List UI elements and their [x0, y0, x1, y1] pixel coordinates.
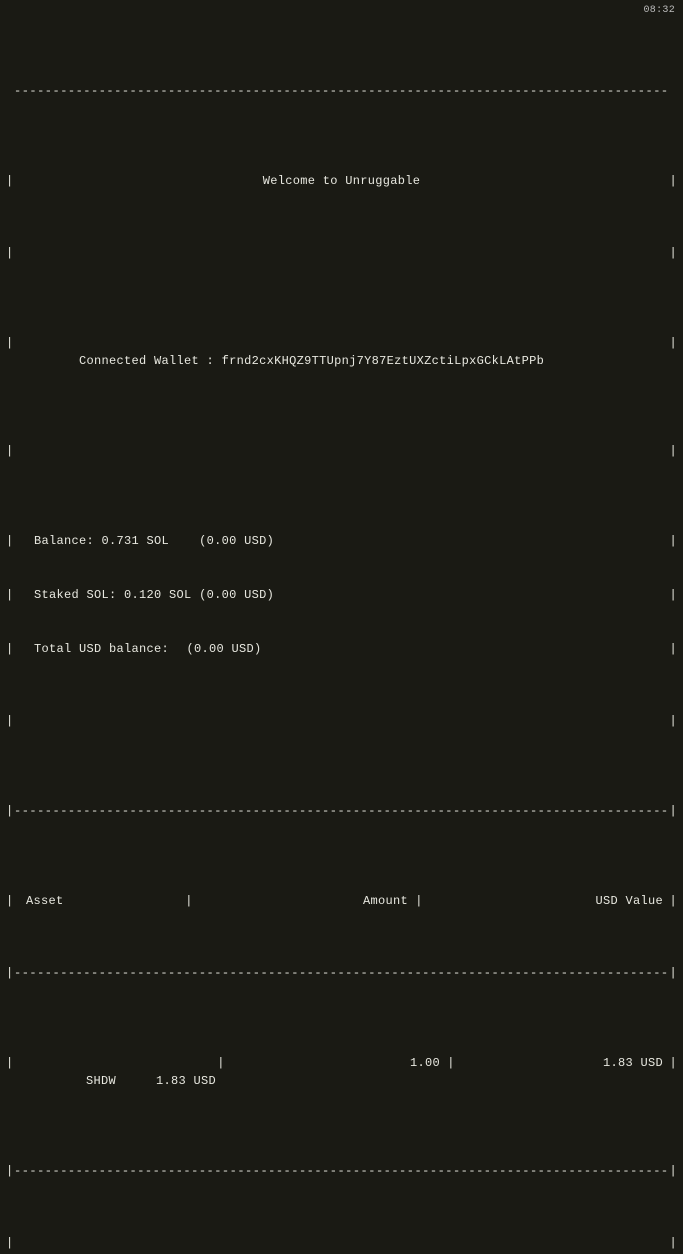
connected-wallet-line: Connected Wallet : frnd2cxKHQZ9TTUpnj7Y8… [14, 334, 669, 388]
wallet-address: frnd2cxKHQZ9TTUpnj7Y87EztUXZctiLpxGCkLAt… [222, 354, 545, 368]
balance-usd: (0.00 USD) [199, 534, 274, 548]
staked-value: 0.120 SOL [124, 588, 192, 602]
balance-label: Balance: [34, 534, 94, 548]
total-line: Total USD balance: (0.00 USD) [14, 640, 669, 658]
asset-table-header: | Asset | Amount | USD Value | [6, 892, 677, 910]
staked-line: Staked SOL: 0.120 SOL (0.00 USD) [14, 586, 669, 604]
asset-table-row: | SHDW 1.83 USD | 1.00 | 1.83 USD | [6, 1054, 677, 1108]
col-asset: Asset [14, 892, 184, 910]
col-amount: Amount [194, 892, 414, 910]
col-usd: USD Value [424, 892, 669, 910]
staked-label: Staked SOL: [34, 588, 117, 602]
asset-symbol: SHDW [86, 1072, 156, 1090]
wallet-label: Connected Wallet : [79, 354, 214, 368]
asset-usd: 1.83 USD [456, 1054, 669, 1108]
terminal: | Welcome to Unruggable | | | | Connecte… [0, 0, 683, 1254]
balance-line: Balance: 0.731 SOL (0.00 USD) [14, 532, 669, 550]
total-usd: (0.00 USD) [187, 642, 262, 656]
staked-usd: (0.00 USD) [199, 588, 274, 602]
asset-amount: 1.00 [226, 1054, 446, 1108]
clock-time: 08:32 [643, 3, 675, 18]
total-label: Total USD balance: [34, 640, 179, 658]
app-title: Welcome to Unruggable [14, 172, 669, 190]
balance-value: 0.731 SOL [102, 534, 170, 548]
border-top [6, 82, 677, 100]
